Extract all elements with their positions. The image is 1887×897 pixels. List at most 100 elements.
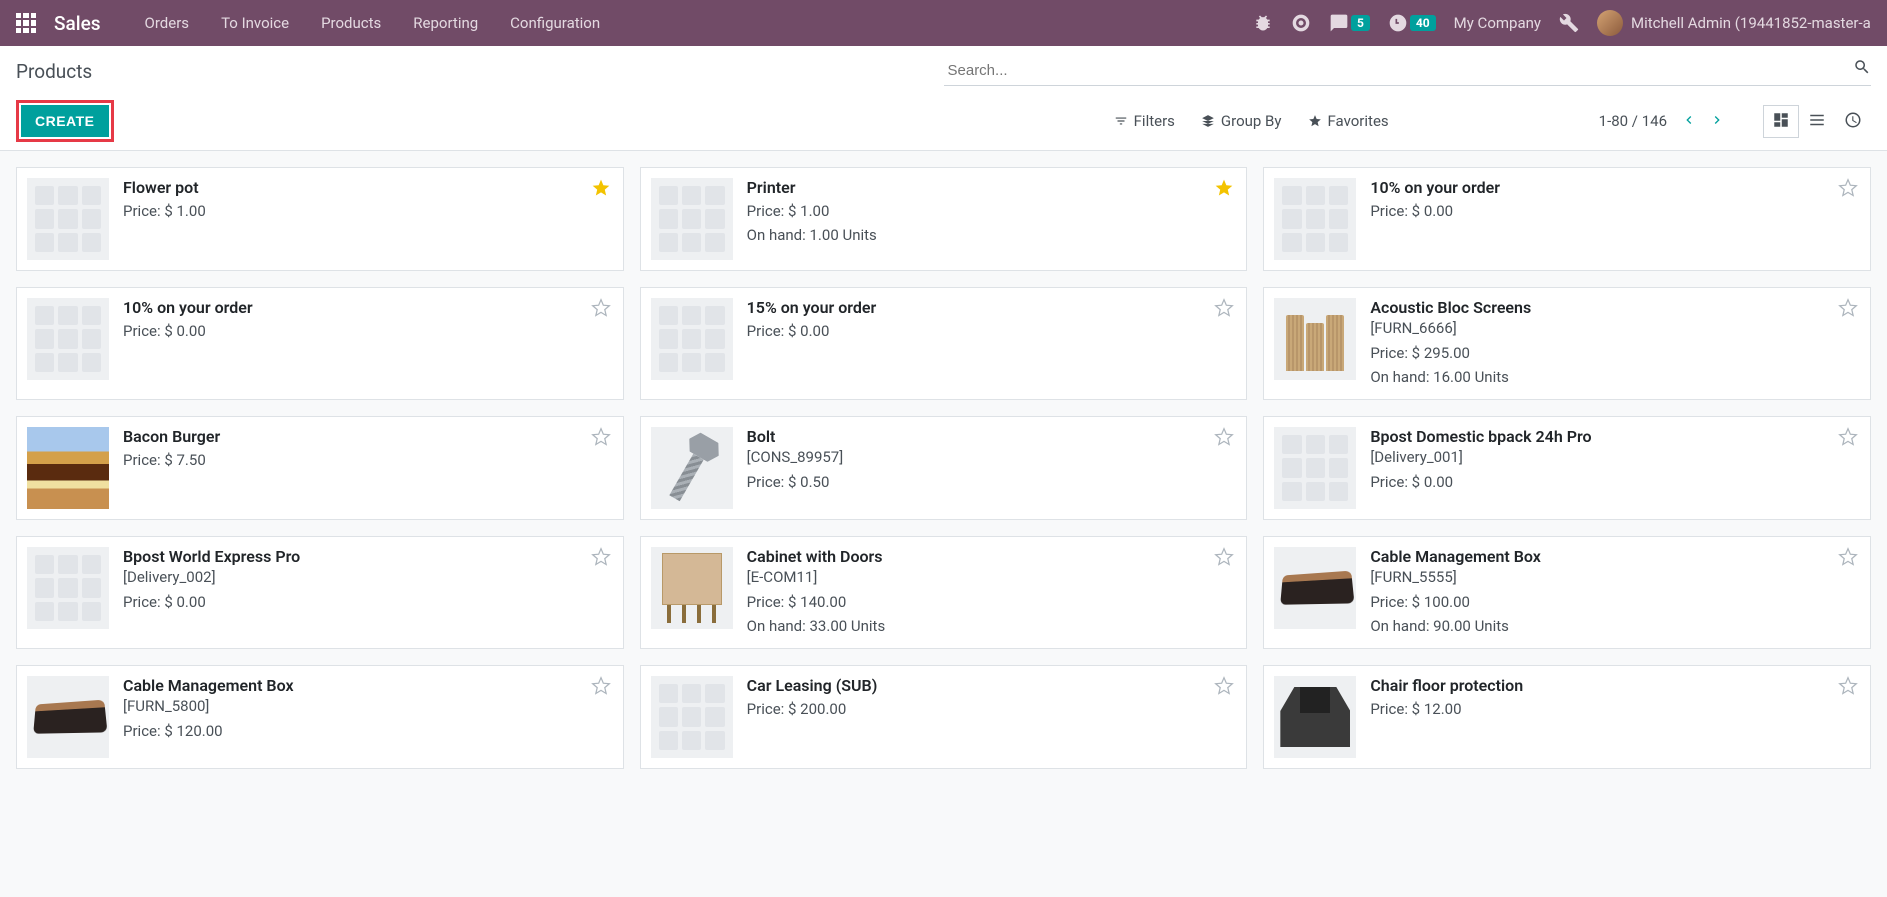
star-icon: [1214, 298, 1234, 318]
apps-icon[interactable]: [16, 13, 36, 33]
kanban-icon: [1772, 111, 1790, 129]
search-input[interactable]: [944, 56, 1872, 86]
favorite-toggle[interactable]: [1214, 178, 1234, 202]
product-code: [FURN_5555]: [1370, 568, 1858, 586]
favorite-toggle[interactable]: [1214, 547, 1234, 571]
filter-icon: [1114, 114, 1128, 128]
product-image: [1274, 676, 1356, 758]
product-image: [1274, 178, 1356, 260]
star-icon: [591, 547, 611, 567]
filters-menu[interactable]: Filters: [1114, 112, 1175, 130]
product-card[interactable]: 10% on your order Price: $ 0.00: [1263, 167, 1871, 271]
favorite-toggle[interactable]: [1214, 427, 1234, 451]
support-icon[interactable]: [1291, 13, 1311, 33]
product-image: [651, 178, 733, 260]
chat-icon: [1329, 13, 1349, 33]
product-price: Price: $ 0.00: [747, 319, 1235, 343]
create-button[interactable]: CREATE: [21, 105, 109, 137]
product-image: [27, 298, 109, 380]
groupby-menu[interactable]: Group By: [1201, 112, 1282, 130]
bug-icon[interactable]: [1253, 13, 1273, 33]
product-card[interactable]: 15% on your orderPrice: $ 0.00: [640, 287, 1248, 400]
product-card[interactable]: PrinterPrice: $ 1.00On hand: 1.00 Units: [640, 167, 1248, 271]
favorite-toggle[interactable]: [1838, 676, 1858, 700]
chevron-left-icon: [1681, 112, 1697, 128]
pager-next[interactable]: [1705, 108, 1729, 135]
favorite-toggle[interactable]: [1838, 178, 1858, 202]
product-name: Flower pot: [123, 178, 611, 197]
nav-link-orders[interactable]: Orders: [129, 14, 206, 32]
product-card[interactable]: Chair floor protectionPrice: $ 12.00: [1263, 665, 1871, 769]
product-image: [651, 427, 733, 509]
favorite-toggle[interactable]: [591, 676, 611, 700]
favorite-toggle[interactable]: [1214, 298, 1234, 322]
favorite-toggle[interactable]: [1838, 298, 1858, 322]
product-card[interactable]: Bolt[CONS_89957]Price: $ 0.50: [640, 416, 1248, 520]
nav-link-to-invoice[interactable]: To Invoice: [205, 14, 305, 32]
search-icon: [1853, 58, 1871, 76]
list-view-button[interactable]: [1799, 105, 1835, 138]
product-card[interactable]: Cable Management Box[FURN_5555]Price: $ …: [1263, 536, 1871, 649]
favorite-toggle[interactable]: [591, 547, 611, 571]
messages-badge: 5: [1351, 15, 1370, 31]
nav-link-products[interactable]: Products: [305, 14, 397, 32]
product-card[interactable]: Bpost World Express Pro[Delivery_002]Pri…: [16, 536, 624, 649]
product-price: Price: $ 12.00: [1370, 697, 1858, 721]
product-name: 10% on your order: [1370, 178, 1858, 197]
product-card[interactable]: Bacon BurgerPrice: $ 7.50: [16, 416, 624, 520]
favorite-toggle[interactable]: [1838, 547, 1858, 571]
product-name: 10% on your order: [123, 298, 611, 317]
product-image: [27, 178, 109, 260]
star-icon: [1214, 547, 1234, 567]
favorites-label: Favorites: [1328, 112, 1389, 130]
product-card[interactable]: 10% on your orderPrice: $ 0.00: [16, 287, 624, 400]
product-card[interactable]: Acoustic Bloc Screens[FURN_6666]Price: $…: [1263, 287, 1871, 400]
product-image: [1274, 427, 1356, 509]
kanban-container: Flower potPrice: $ 1.00PrinterPrice: $ 1…: [0, 151, 1887, 785]
product-card[interactable]: Cabinet with Doors[E-COM11]Price: $ 140.…: [640, 536, 1248, 649]
product-onhand: On hand: 16.00 Units: [1370, 365, 1858, 389]
product-image: [1274, 298, 1356, 380]
product-onhand: On hand: 1.00 Units: [747, 223, 1235, 247]
product-name: Bacon Burger: [123, 427, 611, 446]
product-card[interactable]: Cable Management Box[FURN_5800]Price: $ …: [16, 665, 624, 769]
product-price: Price: $ 0.00: [123, 590, 611, 614]
star-icon: [591, 298, 611, 318]
tools-icon[interactable]: [1559, 13, 1579, 33]
product-card[interactable]: Car Leasing (SUB)Price: $ 200.00: [640, 665, 1248, 769]
product-code: [Delivery_001]: [1370, 448, 1858, 466]
company-switcher[interactable]: My Company: [1454, 14, 1541, 32]
user-menu[interactable]: Mitchell Admin (19441852-master-al: [1597, 10, 1871, 36]
product-name: Cable Management Box: [123, 676, 611, 695]
favorite-toggle[interactable]: [1838, 427, 1858, 451]
kanban-view-button[interactable]: [1763, 105, 1799, 138]
breadcrumb: Products: [16, 60, 92, 83]
favorites-menu[interactable]: Favorites: [1308, 112, 1389, 130]
activities-button[interactable]: 40: [1388, 13, 1436, 33]
product-image: [27, 676, 109, 758]
pager-text[interactable]: 1-80 / 146: [1599, 112, 1667, 130]
favorite-toggle[interactable]: [591, 178, 611, 202]
product-price: Price: $ 0.00: [1370, 199, 1858, 223]
create-highlight: CREATE: [16, 100, 114, 142]
star-icon: [1838, 676, 1858, 696]
app-brand[interactable]: Sales: [54, 12, 101, 35]
nav-link-configuration[interactable]: Configuration: [494, 14, 616, 32]
groupby-label: Group By: [1221, 112, 1282, 130]
pager-prev[interactable]: [1677, 108, 1701, 135]
layers-icon: [1201, 114, 1215, 128]
nav-link-reporting[interactable]: Reporting: [397, 14, 494, 32]
product-price: Price: $ 0.50: [747, 470, 1235, 494]
activity-view-button[interactable]: [1835, 105, 1871, 138]
favorite-toggle[interactable]: [591, 427, 611, 451]
product-name: Car Leasing (SUB): [747, 676, 1235, 695]
product-card[interactable]: Flower potPrice: $ 1.00: [16, 167, 624, 271]
favorite-toggle[interactable]: [1214, 676, 1234, 700]
search-button[interactable]: [1853, 58, 1871, 79]
favorite-toggle[interactable]: [591, 298, 611, 322]
product-card[interactable]: Bpost Domestic bpack 24h Pro[Delivery_00…: [1263, 416, 1871, 520]
messages-button[interactable]: 5: [1329, 13, 1370, 33]
product-price: Price: $ 295.00: [1370, 341, 1858, 365]
star-icon: [1214, 427, 1234, 447]
star-icon: [591, 676, 611, 696]
